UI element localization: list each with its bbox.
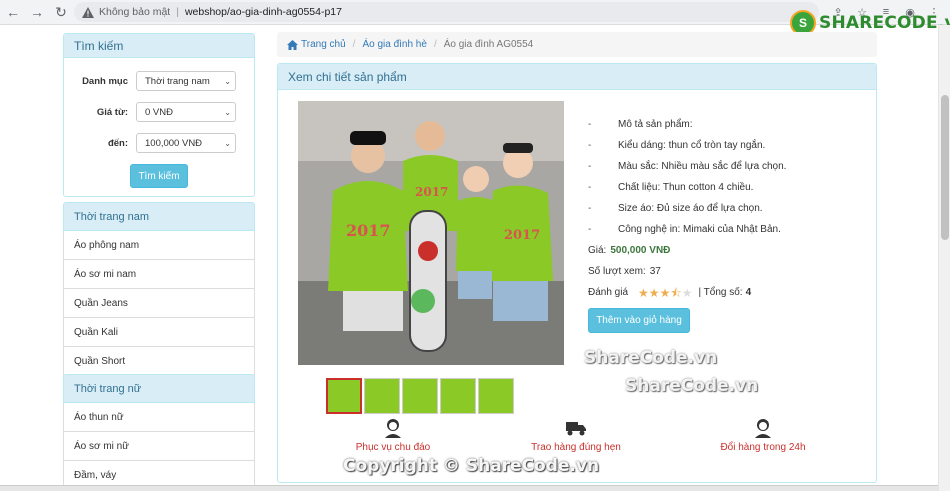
- views-label: Số lượt xem:: [588, 266, 646, 277]
- service-label: Trao hàng đúng hẹn: [531, 442, 621, 453]
- price-value: 500,000 VNĐ: [610, 245, 671, 256]
- rating-label: Đánh giá: [588, 287, 629, 298]
- feature-line: - Kiểu dáng: thun cổ tròn tay ngắn.: [588, 140, 766, 151]
- category-row: Danh mục Thời trang nam ⌄: [64, 70, 254, 92]
- chevron-down-icon: ⌄: [224, 138, 231, 148]
- category-item[interactable]: Áo phông nam: [63, 231, 255, 260]
- price-to-value: 100,000 VNĐ: [145, 137, 203, 149]
- search-button[interactable]: Tìm kiếm: [130, 164, 188, 188]
- rating-star-icon[interactable]: ★: [649, 287, 660, 299]
- reload-icon[interactable]: ↻: [50, 1, 72, 23]
- copyright-watermark: Copyright © ShareCode.vn: [343, 456, 600, 476]
- category-item[interactable]: Quần Jeans: [63, 289, 255, 318]
- scrollbar-thumb[interactable]: [941, 95, 949, 240]
- family-photo-illustration: 2017 2017 2017: [298, 101, 564, 365]
- product-thumbnail[interactable]: [402, 378, 438, 414]
- category-item[interactable]: Áo sơ mi nữ: [63, 432, 255, 461]
- price-to-row: đến: 100,000 VNĐ ⌄: [64, 132, 254, 154]
- support-agent-icon: [755, 419, 771, 438]
- security-label: Không bảo mật: [99, 6, 171, 18]
- rating-row: Đánh giá ★ ★ ★ ⯪ ★ | Tổng số: 4: [588, 282, 868, 303]
- address-bar[interactable]: Không bảo mật | webshop/ao-gia-dinh-ag05…: [74, 2, 819, 22]
- warning-icon: [82, 6, 94, 18]
- url-divider: |: [176, 6, 179, 18]
- feature-line: - Công nghệ in: Mimaki của Nhật Bản.: [588, 224, 781, 235]
- category-item[interactable]: Áo thun nữ: [63, 403, 255, 432]
- breadcrumb-current: Áo gia đình AG0554: [443, 39, 534, 50]
- rating-star-icon[interactable]: ★: [660, 287, 671, 299]
- feature-line: - Chất liệu: Thun cotton 4 chiều.: [588, 182, 754, 193]
- product-thumbnail[interactable]: [364, 378, 400, 414]
- breadcrumb-category[interactable]: Áo gia đình hè: [362, 39, 427, 50]
- category-heading[interactable]: Thời trang nữ: [63, 374, 255, 403]
- category-item[interactable]: Quần Kali: [63, 318, 255, 347]
- support-agent-icon: [385, 419, 401, 438]
- shirt-print: 2017: [415, 185, 448, 199]
- price-from-select[interactable]: 0 VNĐ ⌄: [136, 102, 236, 122]
- category-item[interactable]: Áo sơ mi nam: [63, 260, 255, 289]
- product-thumbnail[interactable]: [440, 378, 476, 414]
- feature-line: - Size áo: Đủ size áo để lựa chọn.: [588, 203, 763, 214]
- price-row: Giá: 500,000 VNĐ: [588, 240, 868, 261]
- rating-star-icon[interactable]: ★: [638, 287, 649, 299]
- product-thumbnail[interactable]: [326, 378, 362, 414]
- category-value: Thời trang nam: [145, 75, 210, 87]
- shirt-print: 2017: [504, 228, 540, 243]
- total-label: | Tổng số:: [698, 287, 743, 298]
- price-to-select[interactable]: 100,000 VNĐ ⌄: [136, 133, 236, 153]
- delivery-truck-icon: [566, 422, 586, 436]
- search-panel: Tìm kiếm Danh mục Thời trang nam ⌄ Giá t…: [63, 33, 255, 197]
- breadcrumb-home[interactable]: Trang chủ: [301, 39, 346, 50]
- search-panel-title: Tìm kiếm: [64, 34, 254, 58]
- watermark-text: ShareCode.vn: [584, 348, 718, 368]
- price-from-row: Giá từ: 0 VNĐ ⌄: [64, 101, 254, 123]
- breadcrumb-divider: /: [352, 39, 356, 50]
- breadcrumb-divider: /: [433, 39, 437, 50]
- taskbar: [0, 485, 938, 491]
- rating-stars[interactable]: ★ ★ ★ ⯪ ★: [638, 287, 692, 299]
- rating-star-icon[interactable]: ★: [682, 287, 693, 299]
- category-item[interactable]: Quần Short: [63, 347, 255, 376]
- page-scrollbar[interactable]: [938, 25, 950, 491]
- back-icon[interactable]: ←: [2, 1, 24, 23]
- category-select[interactable]: Thời trang nam ⌄: [136, 71, 236, 91]
- service-item: Phục vụ chu đáo: [313, 416, 473, 453]
- service-label: Đổi hàng trong 24h: [720, 442, 806, 453]
- home-icon: [287, 39, 298, 50]
- feature-line: - Mô tả sản phẩm:: [588, 119, 693, 130]
- total-value: 4: [745, 287, 752, 298]
- product-thumbnail[interactable]: [478, 378, 514, 414]
- category-label: Danh mục: [82, 75, 128, 87]
- logo-text: SHARECODE.vn: [819, 13, 950, 33]
- price-from-value: 0 VNĐ: [145, 106, 173, 118]
- product-main-image[interactable]: 2017 2017 2017: [298, 101, 564, 365]
- category-group-women: Thời trang nữ Áo thun nữ Áo sơ mi nữ Đầm…: [63, 374, 255, 490]
- add-to-cart-button[interactable]: Thêm vào giỏ hàng: [588, 308, 690, 333]
- watermark-text: ShareCode.vn: [625, 376, 759, 396]
- price-label: Giá:: [588, 245, 607, 256]
- service-label: Phục vụ chu đáo: [355, 442, 431, 453]
- feature-line: - Màu sắc: Nhiều màu sắc để lựa chọn.: [588, 161, 787, 172]
- forward-icon[interactable]: →: [26, 1, 48, 23]
- chevron-down-icon: ⌄: [224, 107, 231, 117]
- category-group-men: Thời trang nam Áo phông nam Áo sơ mi nam…: [63, 202, 255, 376]
- breadcrumb: Trang chủ / Áo gia đình hè / Áo gia đình…: [277, 32, 877, 57]
- shirt-print: 2017: [346, 221, 391, 240]
- price-from-label: Giá từ:: [96, 106, 128, 118]
- thumbnail-strip: [326, 378, 514, 414]
- views-value: 37: [649, 266, 661, 277]
- service-item: Trao hàng đúng hẹn: [496, 416, 656, 453]
- views-row: Số lượt xem: 37: [588, 261, 868, 282]
- category-heading[interactable]: Thời trang nam: [63, 202, 255, 231]
- chevron-down-icon: ⌄: [224, 76, 231, 86]
- product-detail-panel: Xem chi tiết sản phẩm 2017 2017 2017 - M…: [277, 63, 877, 483]
- rating-star-icon[interactable]: ⯪: [670, 287, 681, 299]
- service-item: Đổi hàng trong 24h: [683, 416, 843, 453]
- price-to-label: đến:: [107, 137, 128, 149]
- url-text: webshop/ao-gia-dinh-ag0554-p17: [184, 6, 342, 18]
- product-info: - Mô tả sản phẩm: - Kiểu dáng: thun cổ trò…: [588, 114, 868, 333]
- detail-panel-title: Xem chi tiết sản phẩm: [278, 64, 876, 90]
